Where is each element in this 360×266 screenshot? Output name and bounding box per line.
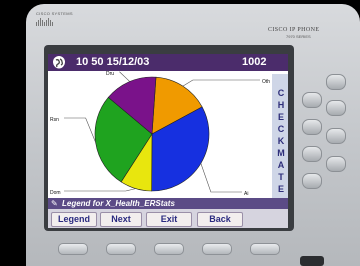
- pie-leader-line: [64, 117, 96, 143]
- line-button-8[interactable]: [326, 156, 346, 172]
- side-label-letter: K: [277, 136, 285, 146]
- softkey-legend-button[interactable]: Legend: [51, 212, 97, 227]
- physical-softkey-5[interactable]: [250, 243, 280, 255]
- side-label-letter: H: [277, 100, 285, 110]
- line-button-3[interactable]: [302, 119, 322, 135]
- line-button-4[interactable]: [326, 100, 346, 116]
- phone-screen: 10 50 15/12/03 1002 Oth Ai Dom Rsn Dru ✎ Leg…: [48, 54, 288, 228]
- softkey-bar: Legend Next Exit Back: [48, 209, 288, 228]
- status-time: 10 50 15/12/03: [76, 56, 150, 68]
- pie-label: Rsn: [50, 117, 59, 123]
- pie-leader-line: [200, 163, 242, 193]
- pie-label: Ai: [244, 191, 248, 197]
- side-label-letter: A: [277, 160, 285, 170]
- physical-softkey-3[interactable]: [154, 243, 184, 255]
- status-extension: 1002: [242, 56, 267, 68]
- line-button-1[interactable]: [302, 92, 322, 108]
- side-label-letter: T: [278, 172, 284, 182]
- softkey-next-button[interactable]: Next: [100, 212, 142, 227]
- pie-label: Oth: [262, 79, 270, 85]
- pie-leader-line: [64, 188, 136, 192]
- physical-softkey-2[interactable]: [106, 243, 136, 255]
- pie-label: Dru: [106, 71, 114, 77]
- side-label-letter: M: [277, 148, 285, 158]
- line-button-7[interactable]: [302, 173, 322, 189]
- status-bar: 10 50 15/12/03 1002: [48, 54, 288, 71]
- pie-label: Dom: [50, 190, 61, 196]
- pencil-icon: ✎: [51, 199, 58, 208]
- cisco-logo-bars-icon: [36, 18, 53, 26]
- softkey-exit-button[interactable]: Exit: [146, 212, 192, 227]
- side-label-letter: C: [277, 88, 285, 98]
- side-label-letter: C: [277, 124, 285, 134]
- line-button-6[interactable]: [326, 128, 346, 144]
- globe-icon: [53, 56, 65, 69]
- pie-chart: Oth Ai Dom Rsn Dru: [50, 71, 270, 197]
- physical-softkey-4[interactable]: [202, 243, 232, 255]
- side-label-letter: E: [277, 184, 284, 194]
- phone-model-label: 7970 SERIES: [286, 34, 311, 39]
- page-button[interactable]: [300, 256, 324, 266]
- softkey-back-button[interactable]: Back: [197, 212, 243, 227]
- line-button-2[interactable]: [326, 74, 346, 90]
- pie-leader-line: [118, 71, 130, 82]
- pie-leader-line: [182, 79, 260, 87]
- side-label-letter: E: [277, 112, 284, 122]
- prompt-bar: ✎ Legend for X_Health_ERStats: [48, 198, 288, 209]
- cisco-ip-phone-title: CISCO IP PHONE: [268, 27, 320, 33]
- physical-softkey-1[interactable]: [58, 243, 88, 255]
- line-button-5[interactable]: [302, 146, 322, 162]
- prompt-text: Legend for X_Health_ERStats: [62, 199, 175, 208]
